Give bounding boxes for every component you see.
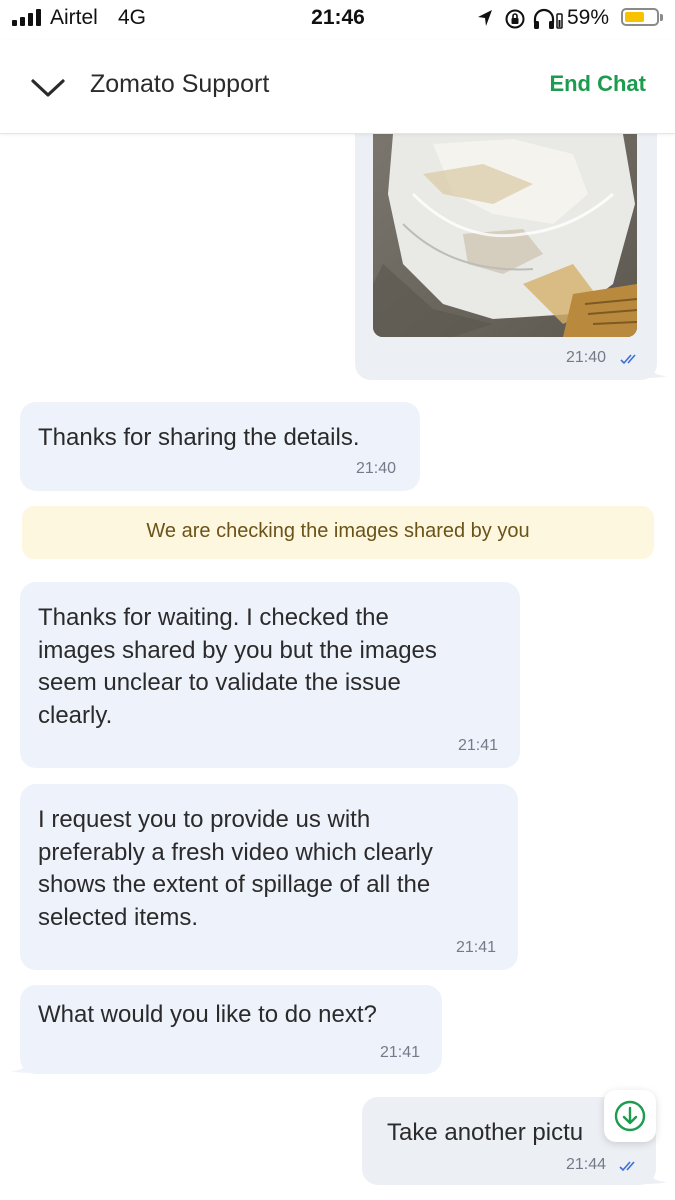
shared-photo[interactable] — [373, 134, 637, 337]
double-check-icon — [620, 354, 636, 365]
chat-screen: Airtel 4G 21:46 59% Zomato Support End C… — [0, 0, 675, 1200]
carrier-name: Airtel — [50, 6, 98, 29]
bubble-tail — [646, 1170, 668, 1184]
bubble-tail — [10, 1059, 32, 1073]
arrow-down-circle-icon — [614, 1100, 646, 1132]
bubble-tail — [646, 364, 668, 378]
incoming-message: Thanks for waiting. I checked the images… — [20, 582, 520, 768]
headphones-icon — [533, 8, 555, 29]
incoming-message: What would you like to do next? 21:41 — [20, 985, 442, 1074]
battery-icon — [621, 8, 663, 26]
status-bar: Airtel 4G 21:46 59% — [0, 0, 675, 40]
message-time: 21:40 — [356, 460, 397, 477]
location-arrow-icon — [478, 10, 492, 26]
message-text: What would you like to do next? — [38, 1001, 377, 1028]
notice-text: We are checking the images shared by you — [146, 520, 530, 542]
status-time: 21:46 — [311, 6, 365, 29]
message-list[interactable]: 21:40 Thanks for sharing the details. 21… — [0, 134, 675, 1200]
orientation-lock-icon — [505, 9, 525, 29]
message-text: I request you to provide us with prefera… — [38, 806, 433, 931]
headphones-battery-icon — [556, 13, 563, 29]
incoming-message: I request you to provide us with prefera… — [20, 784, 518, 970]
network-type: 4G — [118, 6, 147, 29]
double-check-icon — [619, 1161, 635, 1172]
scroll-to-bottom-button[interactable] — [604, 1090, 656, 1142]
message-time: 21:41 — [380, 1044, 421, 1061]
message-time: 21:40 — [566, 349, 607, 366]
incoming-message: Thanks for sharing the details. 21:40 — [20, 402, 420, 491]
end-chat-button[interactable]: End Chat — [530, 71, 646, 97]
chat-header: Zomato Support End Chat — [0, 40, 675, 134]
signal-bars-icon — [12, 9, 44, 26]
message-time: 21:41 — [458, 737, 499, 754]
system-notice: We are checking the images shared by you — [22, 506, 654, 559]
message-text: Thanks for waiting. I checked the images… — [38, 604, 437, 729]
message-time: 21:41 — [456, 939, 497, 956]
chevron-down-icon[interactable] — [30, 76, 66, 100]
battery-percent: 59% — [567, 6, 610, 29]
chat-title: Zomato Support — [90, 70, 270, 98]
message-text: Thanks for sharing the details. — [38, 424, 360, 451]
message-time: 21:44 — [566, 1156, 607, 1173]
